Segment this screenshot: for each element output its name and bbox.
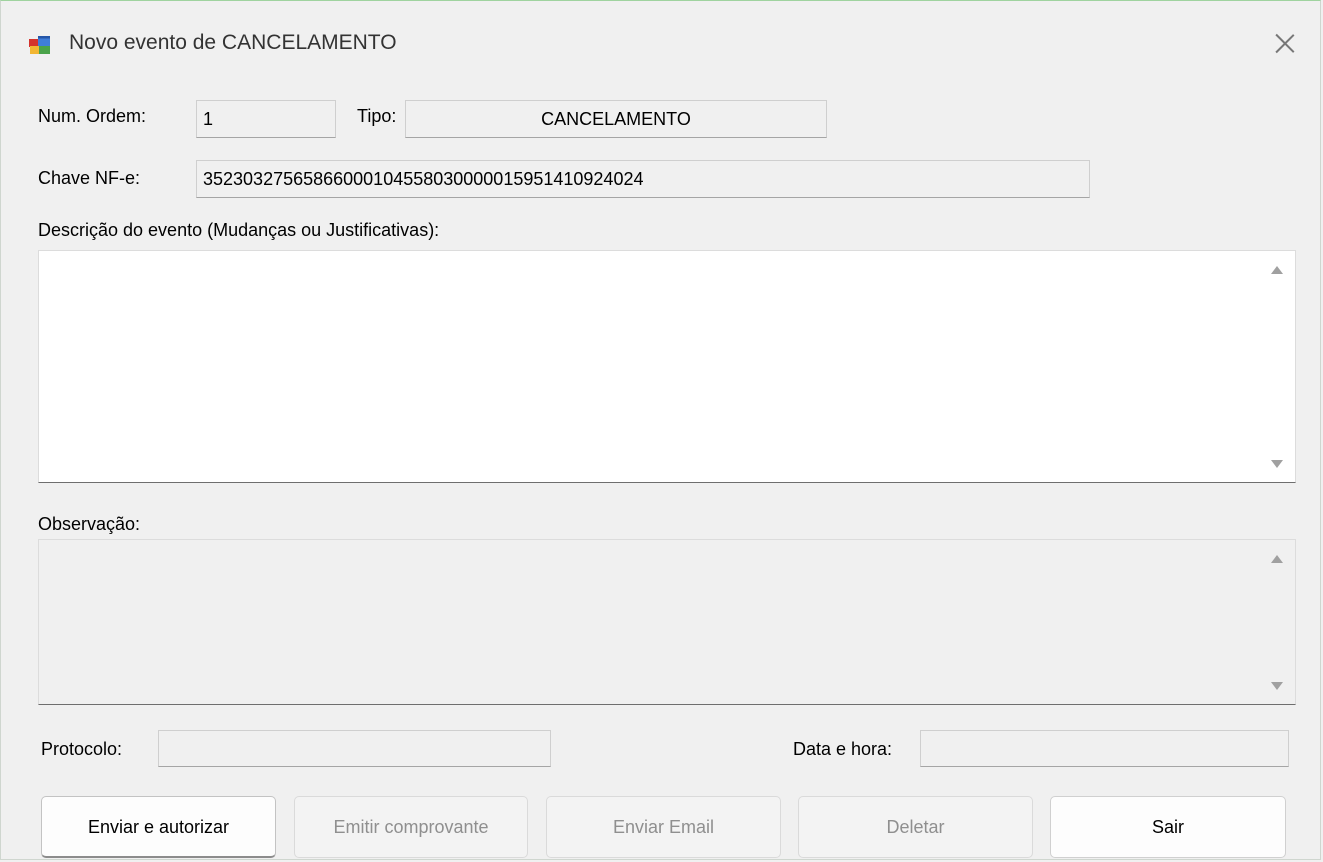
- chave-nfe-field[interactable]: 3523032756586600010455803000001595141092…: [196, 160, 1090, 198]
- observacao-label: Observação:: [38, 514, 141, 534]
- descricao-textarea[interactable]: [39, 251, 1259, 482]
- descricao-scrollbar[interactable]: [1259, 251, 1295, 482]
- scroll-down-arrow-icon[interactable]: [1271, 682, 1283, 690]
- descricao-memo: [38, 250, 1296, 483]
- sair-button[interactable]: Sair: [1050, 796, 1286, 858]
- observacao-textarea[interactable]: [39, 540, 1259, 704]
- emitir-comprovante-button[interactable]: Emitir comprovante: [294, 796, 528, 858]
- observacao-memo: [38, 539, 1296, 705]
- deletar-button[interactable]: Deletar: [798, 796, 1033, 858]
- event-dialog-window: Novo evento de CANCELAMENTO Num. Ordem: …: [0, 0, 1321, 860]
- scroll-down-arrow-icon[interactable]: [1271, 460, 1283, 468]
- num-ordem-field[interactable]: 1: [196, 100, 336, 138]
- windows-form-icon: [29, 35, 51, 55]
- num-ordem-label: Num. Ordem:: [38, 106, 147, 126]
- protocolo-label: Protocolo:: [41, 739, 123, 759]
- scroll-up-arrow-icon[interactable]: [1271, 555, 1283, 563]
- tipo-label: Tipo:: [357, 106, 397, 126]
- protocolo-field[interactable]: [158, 730, 551, 767]
- scroll-up-arrow-icon[interactable]: [1271, 266, 1283, 274]
- tipo-field[interactable]: CANCELAMENTO: [405, 100, 827, 138]
- descricao-label: Descrição do evento (Mudanças ou Justifi…: [38, 220, 440, 240]
- enviar-autorizar-button[interactable]: Enviar e autorizar: [41, 796, 276, 858]
- data-hora-label: Data e hora:: [793, 739, 893, 759]
- observacao-scrollbar[interactable]: [1259, 540, 1295, 704]
- chave-nfe-label: Chave NF-e:: [38, 168, 141, 188]
- data-hora-field[interactable]: [920, 730, 1289, 767]
- title-bar: Novo evento de CANCELAMENTO: [1, 1, 1320, 89]
- window-title: Novo evento de CANCELAMENTO: [69, 31, 397, 54]
- close-icon[interactable]: [1270, 29, 1300, 59]
- enviar-email-button[interactable]: Enviar Email: [546, 796, 781, 858]
